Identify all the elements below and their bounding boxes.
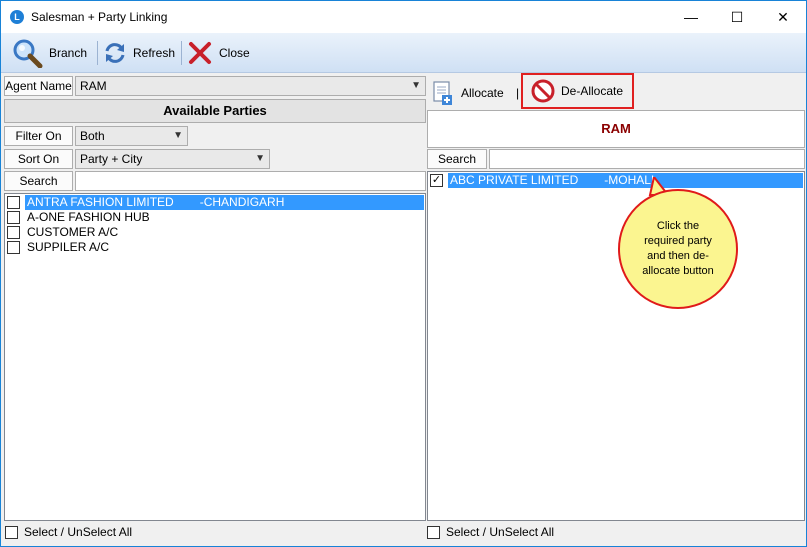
agent-name-label: Agent Name	[4, 76, 73, 96]
select-all-label: Select / UnSelect All	[446, 525, 555, 539]
list-item[interactable]: CUSTOMER A/C	[7, 225, 120, 240]
allocate-label: Allocate	[461, 86, 504, 100]
no-entry-icon	[531, 79, 555, 103]
app-logo-icon: L	[10, 10, 24, 24]
filter-on-select[interactable]: Both ▼	[75, 126, 188, 146]
sort-on-value: Party + City	[80, 152, 143, 166]
available-parties-list[interactable]: ANTRA FASHION LIMITED -CHANDIGARH A-ONE F…	[4, 193, 426, 521]
branch-label: Branch	[49, 46, 88, 60]
party-checkbox[interactable]	[7, 196, 20, 209]
sort-on-label: Sort On	[4, 149, 73, 169]
list-item[interactable]: ✓ ABC PRIVATE LIMITED -MOHALI	[430, 173, 803, 188]
search-button[interactable]: Search	[427, 149, 487, 169]
sort-on-select[interactable]: Party + City ▼	[75, 149, 270, 169]
list-item[interactable]: ANTRA FASHION LIMITED -CHANDIGARH	[7, 195, 424, 210]
party-city: -CHANDIGARH	[199, 195, 285, 209]
search-button[interactable]: Search	[4, 171, 73, 191]
chevron-down-icon: ▼	[411, 80, 421, 91]
party-name: A-ONE FASHION HUB	[27, 210, 150, 224]
party-name: ANTRA FASHION LIMITED	[27, 195, 174, 209]
refresh-icon	[105, 43, 125, 63]
minimize-button[interactable]: —	[668, 1, 714, 33]
list-item[interactable]: SUPPILER A/C	[7, 240, 111, 255]
allocate-document-icon	[433, 81, 452, 105]
filter-on-label: Filter On	[4, 126, 73, 146]
deallocate-label: De-Allocate	[561, 84, 624, 98]
allocated-agent-header: RAM	[427, 110, 805, 148]
allocate-button[interactable]: Allocate	[431, 79, 504, 107]
search-input[interactable]	[75, 171, 426, 191]
party-checkbox[interactable]	[7, 211, 20, 224]
red-x-icon	[189, 42, 211, 64]
party-name: ABC PRIVATE LIMITED	[450, 173, 579, 187]
party-checkbox[interactable]	[7, 226, 20, 239]
app-window: L Salesman + Party Linking — ☐ ✕ Branch …	[0, 0, 807, 547]
available-parties-panel: Agent Name RAM ▼ Available Parties Filte…	[4, 76, 426, 521]
close-window-button[interactable]: ✕	[760, 1, 806, 33]
available-parties-header: Available Parties	[4, 99, 426, 123]
close-label: Close	[219, 46, 250, 60]
chevron-down-icon: ▼	[255, 153, 265, 164]
allocated-parties-list[interactable]: ✓ ABC PRIVATE LIMITED -MOHALI	[427, 171, 805, 521]
agent-name-value: RAM	[80, 79, 107, 93]
refresh-button[interactable]: Refresh	[103, 37, 175, 69]
maximize-button[interactable]: ☐	[714, 1, 760, 33]
toolbar-separator	[181, 41, 182, 65]
filter-on-value: Both	[80, 129, 105, 143]
agent-name-select[interactable]: RAM ▼	[75, 76, 426, 96]
party-checkbox[interactable]	[7, 241, 20, 254]
title-bar: L Salesman + Party Linking — ☐ ✕	[1, 1, 806, 33]
party-checkbox[interactable]: ✓	[430, 174, 443, 187]
window-title: Salesman + Party Linking	[31, 10, 168, 24]
deallocate-button[interactable]: De-Allocate	[521, 73, 634, 109]
search-input[interactable]	[489, 149, 805, 169]
select-all-right[interactable]: Select / UnSelect All	[427, 525, 554, 539]
allocated-parties-panel: Allocate | De-Allocate RAM Search ✓ ABC …	[427, 73, 805, 521]
party-name: CUSTOMER A/C	[27, 225, 119, 239]
button-separator: |	[516, 86, 520, 100]
toolbar: Branch Refresh Close	[1, 33, 806, 73]
branch-button[interactable]: Branch	[11, 37, 87, 69]
list-item[interactable]: A-ONE FASHION HUB	[7, 210, 152, 225]
refresh-label: Refresh	[133, 46, 176, 60]
instruction-callout: Click the required party and then de-all…	[618, 189, 738, 309]
toolbar-separator	[97, 41, 98, 65]
magnifier-icon	[13, 39, 43, 68]
select-all-left[interactable]: Select / UnSelect All	[5, 525, 132, 539]
select-all-label: Select / UnSelect All	[24, 525, 133, 539]
select-all-checkbox[interactable]	[5, 525, 18, 539]
select-all-checkbox[interactable]	[427, 525, 440, 539]
chevron-down-icon: ▼	[173, 130, 183, 141]
party-name: SUPPILER A/C	[27, 240, 110, 254]
close-button[interactable]: Close	[187, 37, 250, 69]
